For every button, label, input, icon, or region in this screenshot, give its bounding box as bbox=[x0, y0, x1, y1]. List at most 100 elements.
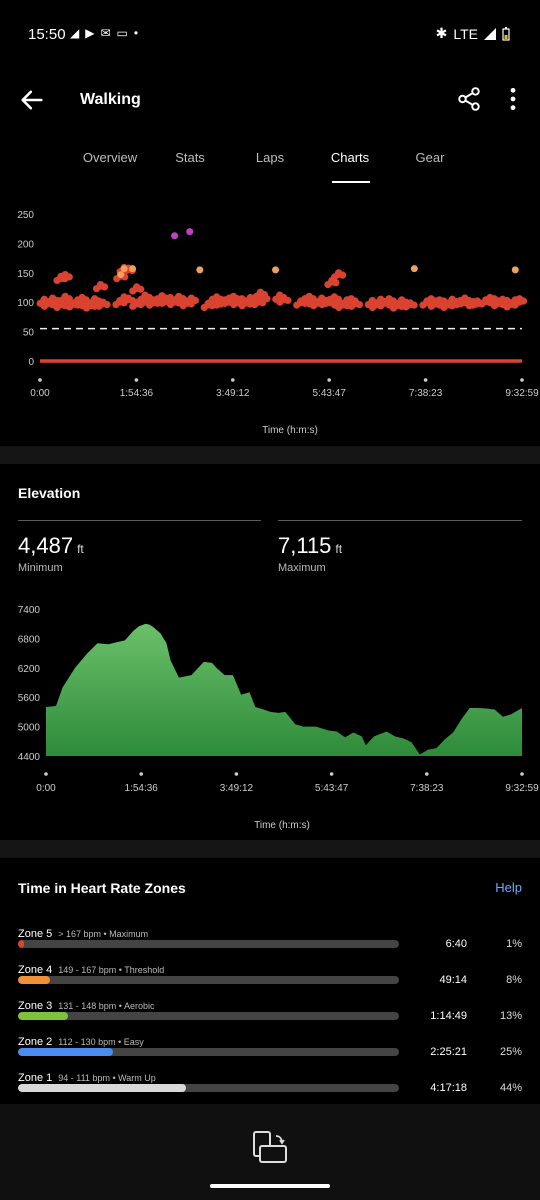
hr-x-tick-dot bbox=[423, 378, 428, 382]
hr-y-tick: 100 bbox=[17, 298, 34, 309]
clock: 15:50 bbox=[28, 26, 66, 43]
telegram-icon: ◢ bbox=[70, 26, 86, 40]
tab-overview[interactable]: Overview bbox=[83, 150, 137, 165]
elevation-x-tick: 5:43:47 bbox=[315, 783, 349, 794]
hr-x-tick-dot bbox=[231, 378, 235, 382]
elevation-max-value: 7,115 bbox=[278, 533, 332, 558]
notification-icons: ◢▶✉▭• bbox=[70, 26, 144, 40]
divider-line bbox=[278, 520, 522, 521]
zone-row: Zone 5 > 167 bpm • Maximum 6:40 1% bbox=[18, 924, 522, 960]
hr-x-tick: 7:38:23 bbox=[409, 388, 443, 399]
zone-percent: 44% bbox=[499, 1082, 522, 1094]
hr-point bbox=[191, 296, 200, 305]
zone-row: Zone 3 131 - 148 bpm • Aerobic 1:14:49 13% bbox=[18, 996, 522, 1032]
elevation-x-tick-dot bbox=[329, 772, 334, 776]
elevation-y-tick: 6200 bbox=[18, 664, 41, 675]
elevation-min-label: Minimum bbox=[18, 562, 63, 574]
zones-title: Time in Heart Rate Zones bbox=[18, 880, 186, 896]
status-bar: 15:50 ◢▶✉▭• ✱ LTE bbox=[0, 0, 540, 66]
heart-rate-chart: 250 200 150 100 50 0 0:00 1:54:36 3:49:12 5:43:4… bbox=[17, 210, 539, 436]
system-icons: ✱ LTE bbox=[436, 25, 510, 42]
zone-bar-track bbox=[18, 1084, 399, 1092]
hr-max-point bbox=[171, 232, 179, 240]
tab-charts[interactable]: Charts bbox=[331, 150, 369, 165]
hr-y-tick: 150 bbox=[17, 269, 34, 280]
elevation-x-tick: 0:00 bbox=[36, 783, 56, 794]
hr-x-tick-dot bbox=[327, 378, 331, 382]
zone-percent: 13% bbox=[499, 1010, 522, 1022]
page-title: Walking bbox=[80, 91, 141, 108]
elevation-max-label: Maximum bbox=[278, 562, 326, 574]
elevation-y-tick: 6800 bbox=[18, 634, 41, 645]
divider-line bbox=[18, 520, 261, 521]
zone-row: Zone 1 94 - 111 bpm • Warm Up 4:17:18 44% bbox=[18, 1068, 522, 1104]
rotate-screen-icon[interactable] bbox=[250, 1128, 290, 1168]
zone-time: 2:25:21 bbox=[430, 1046, 467, 1058]
zone-bar-fill bbox=[18, 940, 24, 948]
hr-point bbox=[61, 275, 69, 283]
active-tab-indicator bbox=[332, 181, 370, 183]
elevation-min-value: 4,487 bbox=[18, 533, 74, 558]
tab-gear[interactable]: Gear bbox=[416, 150, 445, 165]
elevation-y-tick: 4400 bbox=[18, 752, 41, 763]
tab-bar: Overview Stats Laps Charts Gear bbox=[0, 140, 540, 188]
back-arrow-icon[interactable] bbox=[18, 86, 46, 114]
help-link[interactable]: Help bbox=[495, 880, 522, 895]
home-indicator[interactable] bbox=[210, 1184, 330, 1188]
hr-high-point bbox=[117, 271, 125, 279]
elevation-y-tick: 7400 bbox=[18, 605, 41, 616]
hr-high-point bbox=[410, 265, 418, 273]
section-divider bbox=[0, 840, 540, 858]
section-divider bbox=[0, 446, 540, 464]
network-label: LTE bbox=[453, 25, 478, 42]
hr-y-tick: 250 bbox=[17, 210, 34, 221]
zone-time: 6:40 bbox=[445, 938, 467, 950]
zone-bar-fill bbox=[18, 976, 51, 984]
hr-x-tick-dot bbox=[38, 378, 42, 382]
zone-percent: 1% bbox=[506, 938, 522, 950]
hr-point bbox=[332, 279, 340, 287]
elevation-x-tick: 3:49:12 bbox=[220, 783, 254, 794]
hr-point bbox=[284, 296, 292, 305]
tab-stats[interactable]: Stats bbox=[175, 150, 205, 165]
hr-y-tick: 0 bbox=[28, 357, 34, 368]
hr-high-point bbox=[196, 266, 204, 274]
elevation-x-tick: 1:54:36 bbox=[125, 783, 159, 794]
hr-x-tick-dot bbox=[134, 378, 139, 382]
hr-point bbox=[260, 290, 268, 299]
zone-bar-track bbox=[18, 940, 399, 948]
zone-bar-track bbox=[18, 1012, 399, 1020]
zone-name: Zone 3 bbox=[18, 1000, 53, 1012]
zone-description: 94 - 111 bpm • Warm Up bbox=[58, 1073, 156, 1083]
hr-x-tick: 9:32:59 bbox=[505, 388, 539, 399]
hr-high-point bbox=[120, 265, 128, 273]
elevation-x-tick-dot bbox=[139, 772, 144, 776]
zone-time: 49:14 bbox=[439, 974, 467, 986]
zone-description: > 167 bpm • Maximum bbox=[58, 929, 149, 939]
zone-bar-fill bbox=[18, 1084, 186, 1092]
zone-description: 149 - 167 bpm • Threshold bbox=[58, 965, 165, 975]
hr-point bbox=[355, 300, 364, 309]
zone-bar-track bbox=[18, 1048, 399, 1056]
elevation-x-tick-dot bbox=[234, 772, 239, 776]
signal-icon bbox=[484, 27, 496, 40]
bottom-bar bbox=[0, 1104, 540, 1200]
hr-y-tick: 200 bbox=[17, 239, 34, 250]
screen-icon: ▭ bbox=[116, 26, 134, 40]
elevation-x-tick-dot bbox=[44, 772, 48, 776]
hr-high-point bbox=[511, 266, 519, 274]
elevation-min-unit: ft bbox=[77, 542, 84, 556]
hr-point bbox=[103, 300, 111, 309]
share-icon[interactable] bbox=[456, 86, 482, 112]
more-options-icon[interactable] bbox=[500, 86, 526, 112]
hr-max-point bbox=[186, 228, 194, 236]
hr-x-tick-dot bbox=[520, 378, 524, 382]
hr-point bbox=[519, 297, 528, 305]
zone-description: 112 - 130 bpm • Easy bbox=[58, 1037, 144, 1047]
zone-bar-fill bbox=[18, 1012, 68, 1020]
dot-icon: • bbox=[133, 26, 145, 40]
tab-laps[interactable]: Laps bbox=[256, 150, 284, 165]
hr-x-tick: 1:54:36 bbox=[120, 388, 154, 399]
app-bar: Walking bbox=[0, 66, 540, 134]
zone-time: 1:14:49 bbox=[430, 1010, 467, 1022]
